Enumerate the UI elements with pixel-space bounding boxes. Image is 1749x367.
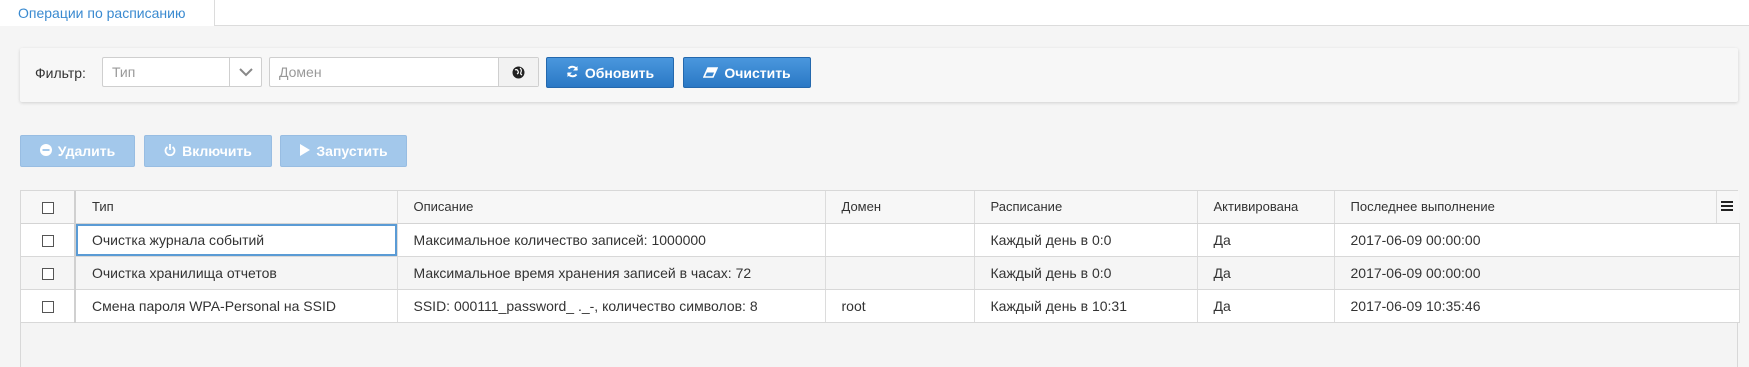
refresh-icon	[566, 65, 579, 81]
eraser-icon	[703, 65, 719, 81]
column-header-type[interactable]: Тип	[75, 191, 398, 224]
domain-input-placeholder: Домен	[279, 64, 322, 80]
column-header-activated[interactable]: Активирована	[1197, 191, 1335, 224]
table-row[interactable]: Очистка хранилища отчетов Максимальное в…	[21, 256, 1740, 290]
cell-schedule[interactable]: Каждый день в 10:31	[974, 289, 1198, 323]
cell-last-run[interactable]: 2017-06-09 00:00:00	[1334, 256, 1740, 290]
delete-button[interactable]: Удалить	[20, 135, 135, 167]
filter-panel: Фильтр: Тип Домен Обновить Очистить	[20, 48, 1738, 102]
row-checkbox[interactable]	[21, 223, 76, 257]
enable-button[interactable]: Включить	[144, 135, 272, 167]
row-checkbox[interactable]	[21, 256, 76, 290]
cell-description[interactable]: Максимальное количество записей: 1000000	[397, 223, 826, 257]
globe-icon[interactable]	[498, 58, 538, 86]
row-checkbox[interactable]	[21, 289, 76, 323]
cell-type[interactable]: Очистка хранилища отчетов	[75, 256, 398, 290]
cell-activated[interactable]: Да	[1197, 256, 1335, 290]
table-row[interactable]: Очистка журнала событий Максимальное кол…	[21, 223, 1740, 257]
type-select[interactable]: Тип	[102, 57, 262, 87]
cell-description[interactable]: Максимальное время хранения записей в ча…	[397, 256, 826, 290]
refresh-button[interactable]: Обновить	[546, 57, 674, 88]
delete-button-label: Удалить	[57, 143, 116, 159]
main-content: Фильтр: Тип Домен Обновить Очистить Удал…	[0, 26, 1749, 367]
column-header-last-run-label: Последнее выполнение	[1350, 199, 1495, 215]
run-button[interactable]: Запустить	[280, 135, 407, 167]
chevron-down-icon[interactable]	[229, 58, 261, 86]
column-header-description[interactable]: Описание	[397, 191, 826, 224]
cell-last-run[interactable]: 2017-06-09 00:00:00	[1334, 223, 1740, 257]
enable-button-label: Включить	[182, 143, 252, 159]
cell-activated[interactable]: Да	[1197, 289, 1335, 323]
clear-button[interactable]: Очистить	[683, 57, 811, 88]
operations-table: Тип Описание Домен Расписание Активирова…	[20, 190, 1740, 367]
run-button-label: Запустить	[316, 143, 388, 159]
cell-schedule[interactable]: Каждый день в 0:0	[974, 223, 1198, 257]
clear-button-label: Очистить	[724, 64, 791, 81]
column-header-domain[interactable]: Домен	[825, 191, 975, 224]
filter-label: Фильтр:	[35, 65, 86, 81]
table-row[interactable]: Смена пароля WPA-Personal на SSID SSID: …	[21, 289, 1740, 323]
cell-last-run[interactable]: 2017-06-09 10:35:46	[1334, 289, 1740, 323]
menu-icon[interactable]	[1721, 201, 1733, 213]
cell-domain[interactable]	[825, 256, 975, 290]
cell-activated[interactable]: Да	[1197, 223, 1335, 257]
domain-input[interactable]: Домен	[269, 57, 539, 87]
column-header-schedule[interactable]: Расписание	[974, 191, 1198, 224]
cell-description[interactable]: SSID: 000111_password_ ._-, количество с…	[397, 289, 826, 323]
refresh-button-label: Обновить	[584, 64, 655, 81]
cell-domain[interactable]: root	[825, 289, 975, 323]
cell-type[interactable]: Смена пароля WPA-Personal на SSID	[75, 289, 398, 323]
cell-type[interactable]: Очистка журнала событий	[75, 223, 398, 257]
tab-label: Операции по расписанию	[18, 5, 186, 21]
play-icon	[299, 143, 311, 159]
cell-schedule[interactable]: Каждый день в 0:0	[974, 256, 1198, 290]
table-header-row: Тип Описание Домен Расписание Активирова…	[21, 191, 1739, 224]
tab-scheduled-operations[interactable]: Операции по расписанию	[0, 0, 215, 27]
cell-domain[interactable]	[825, 223, 975, 257]
tab-bar: Операции по расписанию	[0, 0, 1749, 27]
column-header-last-run[interactable]: Последнее выполнение	[1334, 191, 1739, 224]
minus-circle-icon	[39, 143, 52, 159]
select-all-checkbox[interactable]	[21, 191, 76, 224]
power-icon	[164, 143, 176, 159]
type-select-placeholder: Тип	[112, 64, 136, 80]
